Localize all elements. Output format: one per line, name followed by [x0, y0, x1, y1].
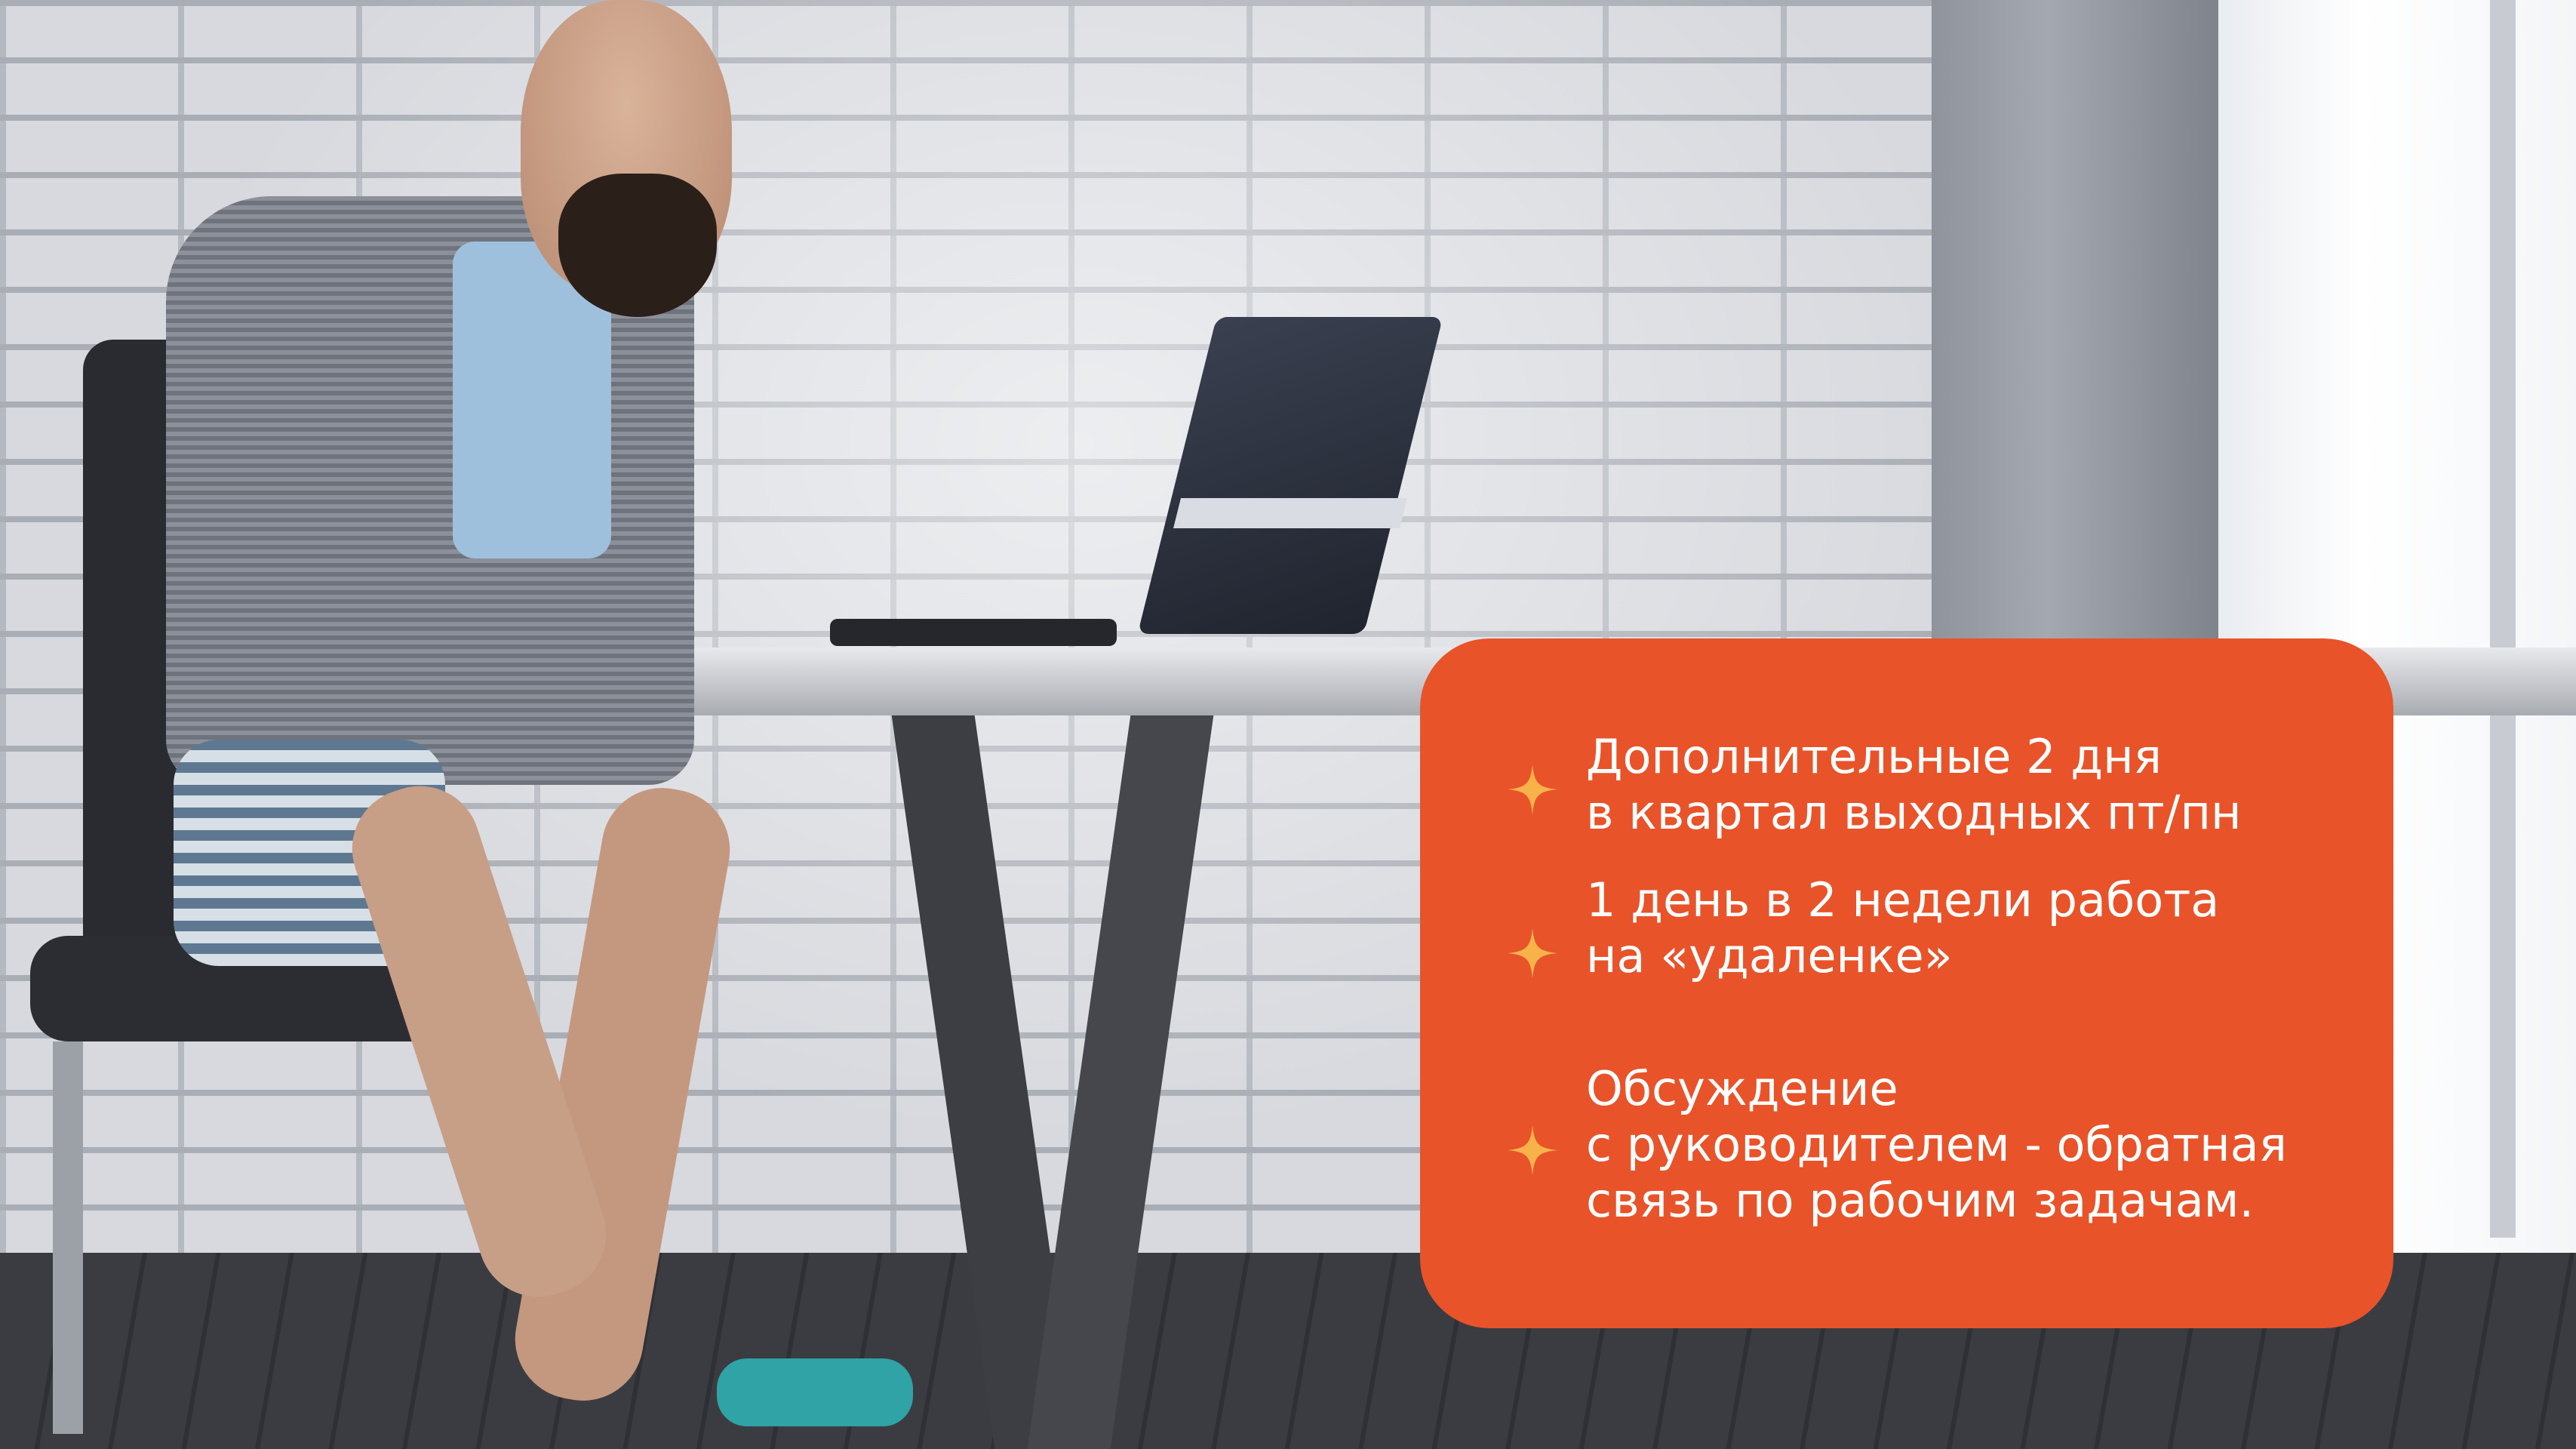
- office-photo: Дополнительные 2 дня в квартал выходных …: [0, 0, 2576, 1449]
- benefit-text: 1 день в 2 недели работа на «удаленке»: [1586, 872, 2220, 983]
- benefits-card: Дополнительные 2 дня в квартал выходных …: [1420, 638, 2393, 1328]
- chair-leg: [53, 1041, 83, 1434]
- four-point-star-icon: [1508, 1125, 1557, 1175]
- four-point-star-icon: [1508, 764, 1557, 814]
- person-beard: [558, 174, 717, 317]
- window-frame: [2490, 0, 2516, 1238]
- laptop-keyboard: [830, 619, 1117, 646]
- person-sock: [717, 1358, 913, 1426]
- four-point-star-icon: [1508, 928, 1557, 978]
- laptop-band: [1173, 498, 1407, 528]
- benefit-text: Обсуждение с руководителем - обратная св…: [1586, 1061, 2287, 1228]
- benefit-text: Дополнительные 2 дня в квартал выходных …: [1586, 729, 2242, 840]
